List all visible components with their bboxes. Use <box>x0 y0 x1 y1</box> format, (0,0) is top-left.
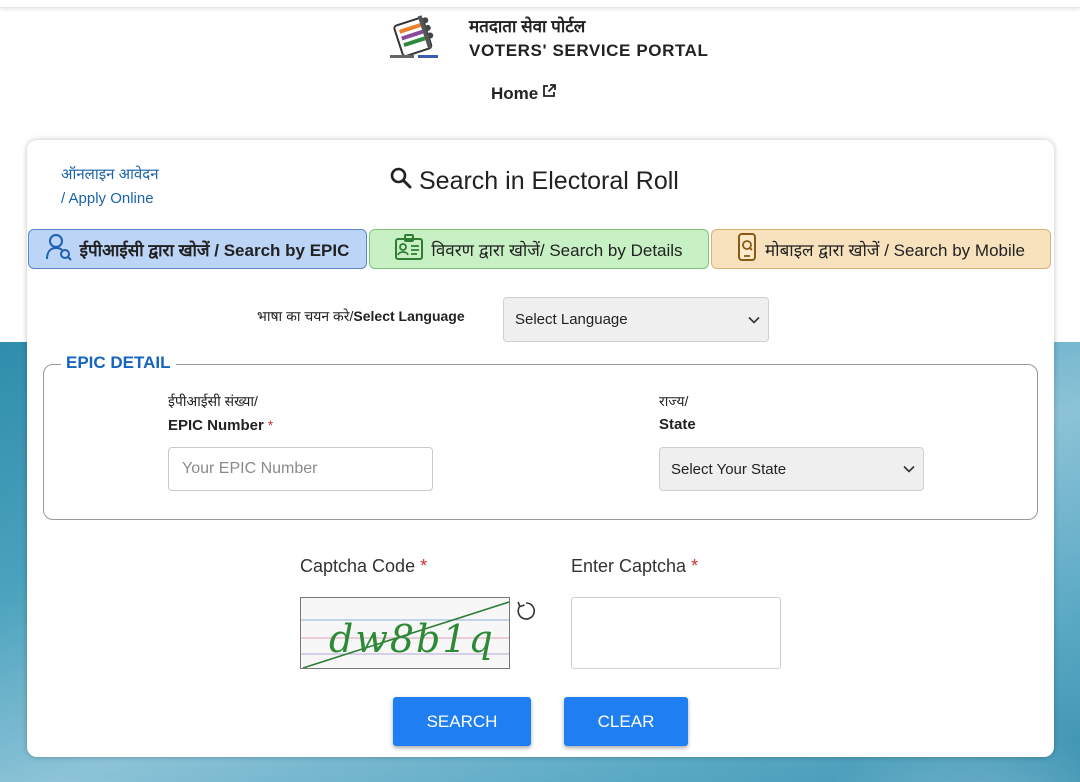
captcha-image: dw8b1q <box>300 597 510 669</box>
captcha-text: dw8b1q <box>329 617 495 661</box>
select-language-label-english: Select Language <box>353 308 465 324</box>
page-title-text: Search in Electoral Roll <box>419 167 679 195</box>
epic-number-input[interactable] <box>168 447 433 491</box>
enter-captcha-label-text: Enter Captcha <box>571 556 687 576</box>
apply-online-english: / Apply Online <box>61 190 154 207</box>
tab-search-by-epic[interactable]: ईपीआईसी द्वारा खोजें / Search by EPIC <box>28 229 367 269</box>
page-title: Search in Electoral Roll <box>389 166 679 197</box>
search-icon <box>389 166 413 197</box>
state-select-value: Select Your State <box>671 460 787 478</box>
state-label: राज्य/ State <box>659 389 696 437</box>
portal-title-english: VOTERS' SERVICE PORTAL <box>469 41 709 60</box>
required-asterisk: * <box>267 417 274 433</box>
state-select[interactable]: Select Your State <box>659 447 924 491</box>
tab-search-by-epic-label: ईपीआईसी द्वारा खोजें / Search by EPIC <box>79 240 350 260</box>
select-language-label: भाषा का चयन करे/Select Language <box>257 307 465 326</box>
language-select[interactable]: Select Language <box>503 297 769 342</box>
epic-number-label-hindi: ईपीआईसी संख्या/ <box>168 393 258 409</box>
captcha-code-label: Captcha Code * <box>300 556 427 577</box>
home-link-label: Home <box>491 83 539 103</box>
apply-online-hindi: ऑनलाइन आवेदन <box>61 166 159 183</box>
state-label-english: State <box>659 416 696 433</box>
tab-search-by-mobile-label: मोबाइल द्वारा खोजें / Search by Mobile <box>765 240 1025 260</box>
external-link-icon <box>541 83 557 104</box>
captcha-input[interactable] <box>571 597 781 669</box>
language-select-value: Select Language <box>515 311 628 328</box>
select-language-label-hindi: भाषा का चयन करे/ <box>257 308 354 324</box>
search-card: ऑनलाइन आवेदन / Apply Online Search in El… <box>27 140 1054 757</box>
tab-search-by-details-label: विवरण द्वारा खोजें/ Search by Details <box>431 240 683 260</box>
mobile-search-icon <box>737 232 757 266</box>
tab-search-by-details[interactable]: विवरण द्वारा खोजें/ Search by Details <box>369 229 709 269</box>
user-search-icon <box>45 233 72 266</box>
tab-search-by-mobile[interactable]: मोबाइल द्वारा खोजें / Search by Mobile <box>711 229 1051 269</box>
required-asterisk: * <box>420 556 428 576</box>
chevron-down-icon <box>903 461 915 478</box>
epic-detail-legend: EPIC DETAIL <box>61 353 176 373</box>
top-strip <box>0 0 1080 8</box>
required-asterisk: * <box>691 556 699 576</box>
eci-logo <box>388 10 444 64</box>
home-link[interactable]: Home <box>491 83 557 104</box>
epic-detail-fieldset: EPIC DETAIL ईपीआईसी संख्या/ EPIC Number … <box>43 353 1038 520</box>
search-button[interactable]: SEARCH <box>393 697 531 746</box>
apply-online-link[interactable]: ऑनलाइन आवेदन / Apply Online <box>61 163 159 211</box>
refresh-captcha-icon[interactable] <box>514 599 538 628</box>
state-label-hindi: राज्य/ <box>659 393 689 409</box>
clear-button[interactable]: CLEAR <box>564 697 688 746</box>
chevron-down-icon <box>748 311 760 328</box>
epic-number-label: ईपीआईसी संख्या/ EPIC Number * <box>168 389 273 438</box>
id-card-icon <box>395 233 424 265</box>
captcha-code-label-text: Captcha Code <box>300 556 416 576</box>
portal-title-hindi: मतदाता सेवा पोर्टल <box>469 17 586 36</box>
epic-number-label-english: EPIC Number <box>168 417 264 434</box>
enter-captcha-label: Enter Captcha * <box>571 556 698 577</box>
